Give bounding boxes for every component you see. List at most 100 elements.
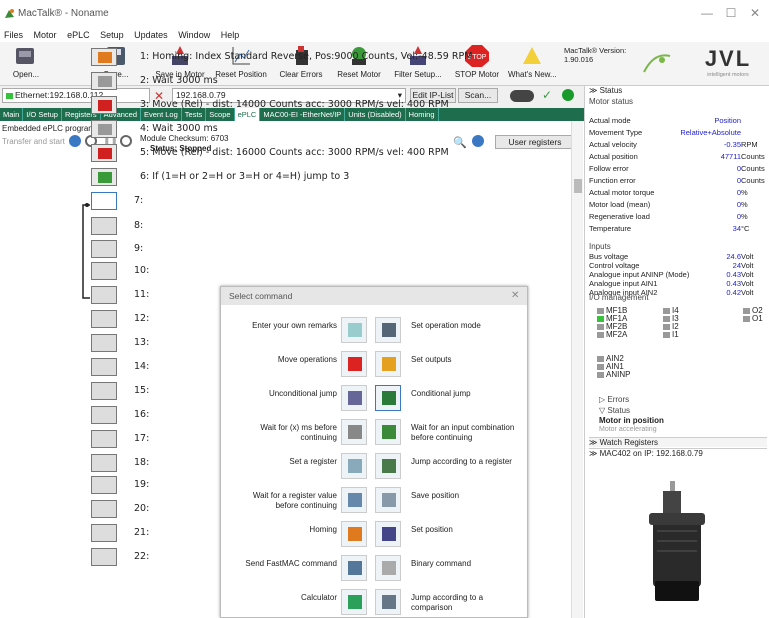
open-button[interactable]: Open... [6,44,46,79]
whats-new-button[interactable]: What's New... [508,44,557,79]
menu-updates[interactable]: Updates [134,30,168,40]
minimize-button[interactable]: — [697,6,717,20]
status2-section[interactable]: ▽ Status [599,406,630,415]
io-indicator: ANINP [597,371,630,379]
program-line[interactable]: 12: [134,313,149,324]
menu-help[interactable]: Help [221,30,240,40]
menu-window[interactable]: Window [178,30,210,40]
command-option-right[interactable] [375,521,401,547]
command-label-right: Conditional jump [411,389,471,398]
user-registers-button[interactable]: User registers [495,135,575,149]
program-step-icon[interactable] [91,168,117,186]
command-option-right[interactable] [375,385,401,411]
program-line[interactable]: 20: [134,503,149,514]
program-line[interactable]: 7: [134,195,143,206]
program-line[interactable]: 1: Homing: Index Standard Reverse, Pos:9… [140,51,472,62]
info-icon [120,135,132,147]
program-line[interactable]: 13: [134,337,149,348]
menu-files[interactable]: Files [4,30,23,40]
program-line[interactable]: 22: [134,551,149,562]
menu-setup[interactable]: Setup [100,30,124,40]
inputs-section: Inputs [589,242,611,251]
program-step-empty[interactable] [91,524,117,542]
scan-button[interactable]: Scan... [458,88,498,103]
program-line[interactable]: 10: [134,265,149,276]
command-option-right[interactable] [375,419,401,445]
program-line[interactable]: 19: [134,479,149,490]
program-step-empty[interactable] [91,262,117,280]
menu-eplc[interactable]: ePLC [67,30,90,40]
program-step-empty[interactable] [91,382,117,400]
program-line[interactable]: 11: [134,289,149,300]
program-line[interactable]: 18: [134,457,149,468]
program-step-icon[interactable] [91,144,117,162]
search-icon[interactable]: 🔍 [453,136,467,149]
program-scrollbar[interactable] [571,121,583,618]
program-line[interactable]: 16: [134,409,149,420]
play-icon[interactable] [69,135,81,147]
program-line[interactable]: 8: [134,220,143,231]
program-line[interactable]: 2: Wait 3000 ms [140,75,218,86]
program-step-icon[interactable] [91,120,117,138]
program-line[interactable]: 14: [134,361,149,372]
command-option-left[interactable] [341,385,367,411]
command-option-left[interactable] [341,555,367,581]
close-button[interactable]: ✕ [745,6,765,20]
connection-indicator [510,90,534,102]
transfer-start-button[interactable]: Transfer and start [2,137,65,146]
plug-icon[interactable]: ✓ [542,88,552,102]
program-line[interactable]: 4: Wait 3000 ms [140,123,218,134]
command-option-left[interactable] [341,351,367,377]
watch-registers-header[interactable]: ≫ Watch Registers [589,437,767,447]
command-option-right[interactable] [375,487,401,513]
menu-motor[interactable]: Motor [34,30,57,40]
program-step-icon[interactable] [91,96,117,114]
command-option-right[interactable] [375,351,401,377]
help-icon[interactable] [472,135,484,147]
program-step-empty-selected[interactable] [91,192,117,210]
program-step-empty[interactable] [91,430,117,448]
tab-i-o-setup[interactable]: I/O Setup [23,108,62,121]
command-option-left[interactable] [341,521,367,547]
program-line[interactable]: 9: [134,243,143,254]
status-row: Actual motor torque 0% [589,188,748,197]
command-option-left[interactable] [341,589,367,615]
program-line[interactable]: 6: If (1=H or 2=H or 3=H or 4=H) jump to… [140,171,349,182]
port-select[interactable]: Ethernet:192.168.0.112 [2,88,150,103]
status-row: Actual velocity -0.35 RPM [589,140,758,149]
program-line[interactable]: 21: [134,527,149,538]
command-option-left[interactable] [341,419,367,445]
command-option-left[interactable] [341,453,367,479]
status-row: Actual mode Position [589,116,741,125]
status-header[interactable]: ≫ Status [589,86,622,95]
command-option-right[interactable] [375,589,401,615]
command-option-right[interactable] [375,453,401,479]
program-line[interactable]: 3: Move (Rel) - dist: 14000 Counts acc: … [140,99,449,110]
program-step-empty[interactable] [91,454,117,472]
device-header[interactable]: ≫ MAC402 on IP: 192.168.0.79 [589,448,767,458]
program-step-empty[interactable] [91,358,117,376]
program-step-empty[interactable] [91,548,117,566]
errors-section[interactable]: ▷ Errors [599,395,629,404]
program-step-empty[interactable] [91,217,117,235]
program-line[interactable]: 5: Move (Rel) - dist: 16000 Counts acc: … [140,147,449,158]
command-option-left[interactable] [341,317,367,343]
program-line[interactable]: 15: [134,385,149,396]
command-option-right[interactable] [375,317,401,343]
tab-main[interactable]: Main [0,108,24,121]
program-step-icon[interactable] [91,72,117,90]
program-step-empty[interactable] [91,500,117,518]
program-step-empty[interactable] [91,240,117,258]
program-line[interactable]: 17: [134,433,149,444]
command-option-right[interactable] [375,555,401,581]
maximize-button[interactable]: ☐ [721,6,741,20]
program-step-empty[interactable] [91,406,117,424]
program-step-empty[interactable] [91,476,117,494]
program-step-icon[interactable] [91,48,117,66]
program-step-empty[interactable] [91,286,117,304]
command-label-left: Enter your own remarks [252,321,337,330]
program-step-empty[interactable] [91,334,117,352]
command-option-left[interactable] [341,487,367,513]
dialog-close-button[interactable]: ✕ [511,290,519,301]
program-step-empty[interactable] [91,310,117,328]
